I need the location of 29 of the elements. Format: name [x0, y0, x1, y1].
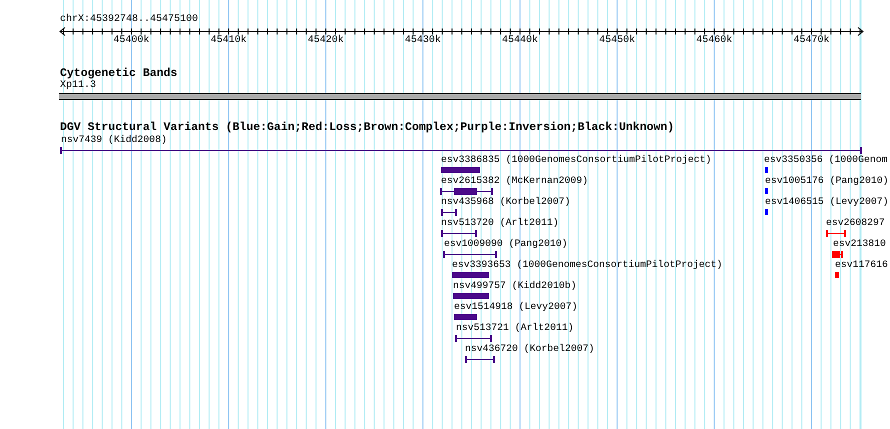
location-text: chrX:45392748..45475100 [60, 15, 198, 25]
ruler-tick-label: 45430k [404, 36, 441, 46]
variant-label: nsv513721 (Arlt2011) [456, 323, 574, 333]
variant-label: esv117616 [835, 260, 888, 270]
variant-label: esv1406515 (Levy2007) [765, 197, 888, 207]
ruler-tick-label: 45440k [502, 36, 538, 46]
ruler-tick-label: 45410k [210, 36, 247, 46]
variant-label: nsv513720 (Arlt2011) [441, 218, 559, 228]
variant-label: esv3393653 (1000GenomesConsortiumPilotProject) [452, 260, 722, 270]
ruler-tick-label: 45470k [793, 36, 830, 46]
ruler-tick-label: 45450k [599, 36, 636, 46]
ruler-tick-label: 45460k [696, 36, 732, 46]
variant-label: esv1009090 (Pang2010) [444, 239, 568, 249]
variant-label: esv213810 [833, 239, 886, 249]
variant-label: esv3386835 (1000GenomesConsortiumPilotProject) [441, 155, 712, 165]
variant-label: nsv436720 (Korbel2007) [465, 344, 594, 354]
variant-label: esv1514918 (Levy2007) [454, 302, 578, 312]
ruler-tick-label: 45420k [308, 36, 344, 46]
track-title: DGV Structural Variants (Blue:Gain;Red:Loss;Brown:Complex;Purple:Inversion;Black:Unknown) [60, 122, 674, 134]
variant-label: nsv435968 (Korbel2007) [441, 197, 570, 207]
variant-label: esv3350356 (1000Genom [764, 155, 888, 165]
track-title: Cytogenetic Bands [60, 68, 178, 80]
variant-label: esv2608297 [826, 218, 885, 228]
variant-label: nsv499757 (Kidd2010b) [453, 281, 576, 291]
variant-label: esv2615382 (McKernan2009) [441, 176, 588, 186]
ruler-tick-label: 45400k [113, 36, 150, 46]
variant-label: nsv7439 (Kidd2008) [61, 135, 167, 145]
variant-label: esv1005176 (Pang2010) [765, 176, 888, 186]
band-label: Xp11.3 [60, 81, 96, 91]
